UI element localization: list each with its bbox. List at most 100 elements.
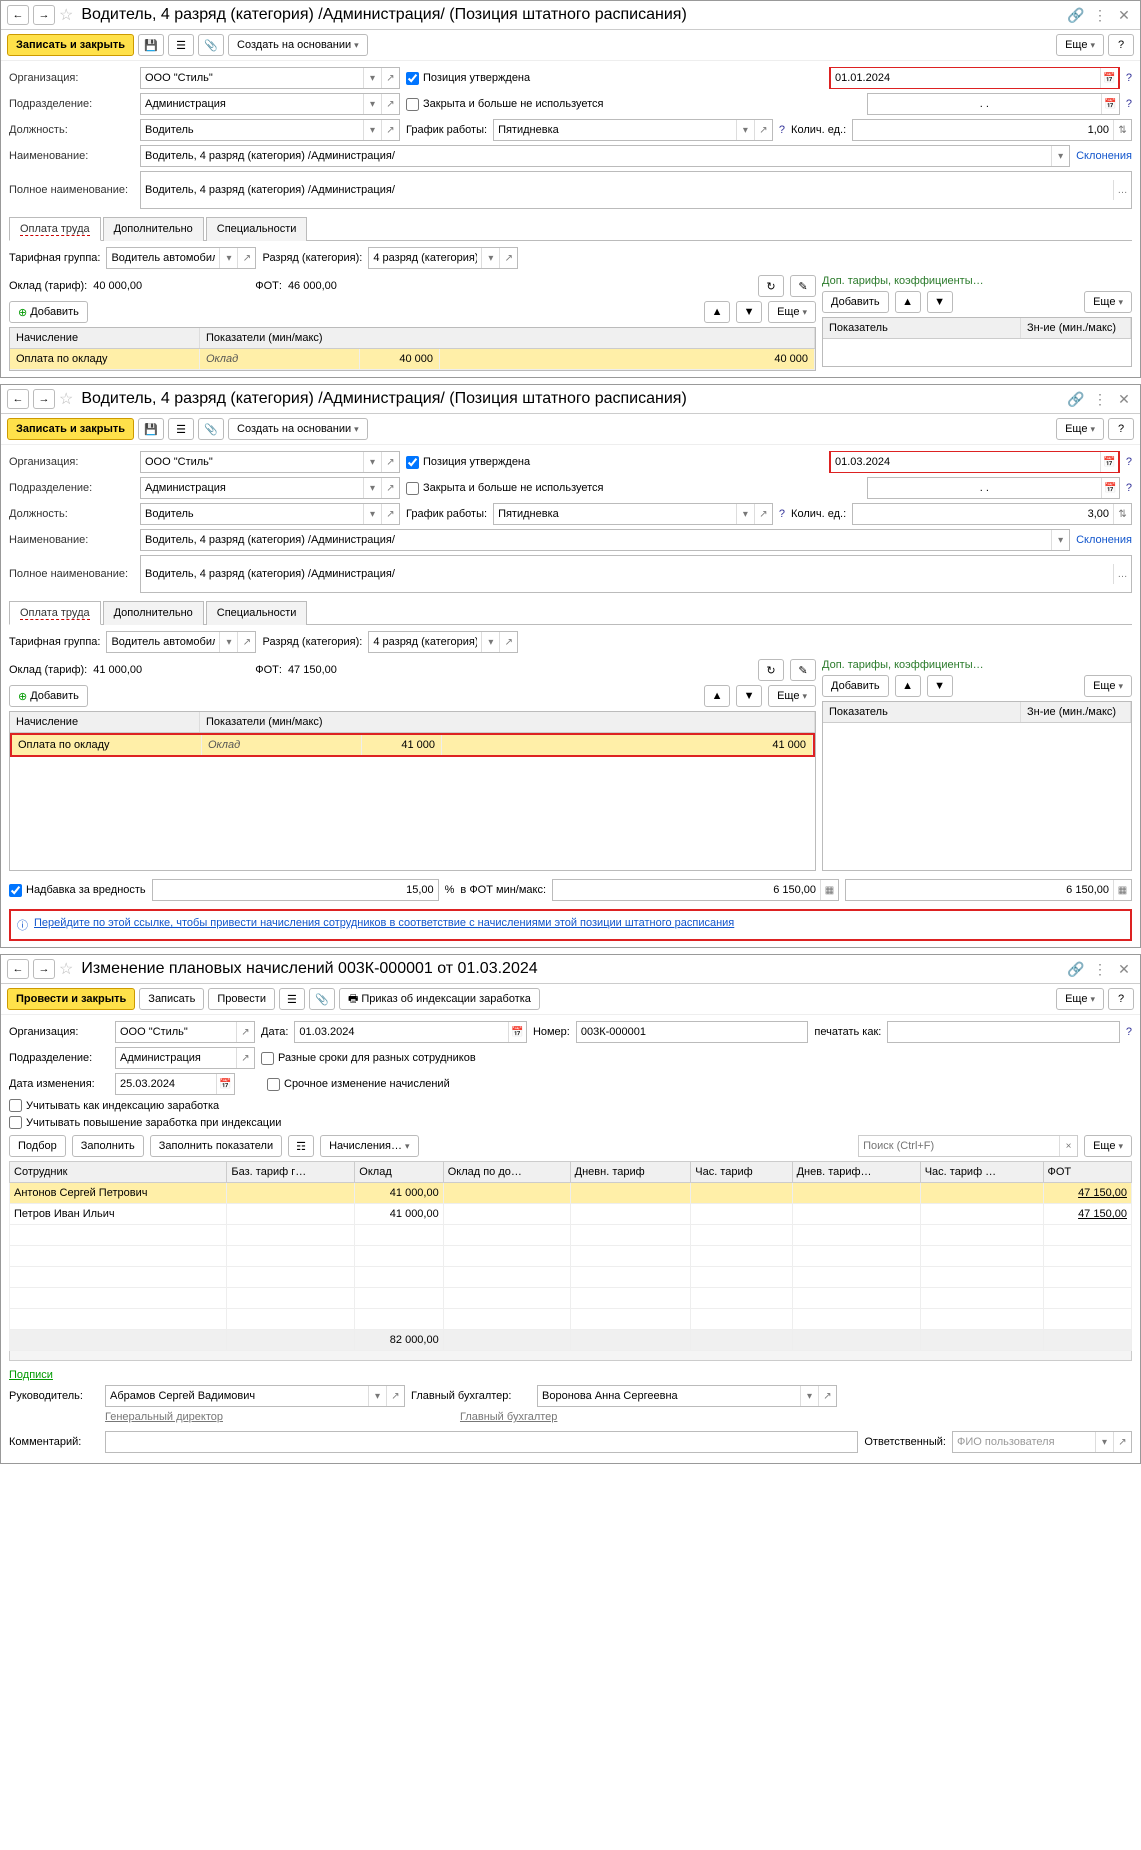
qty-field[interactable]: ⇅ — [852, 119, 1132, 141]
forward-button[interactable]: → — [33, 389, 55, 409]
org-field[interactable]: ↗ — [115, 1021, 255, 1043]
tgroup-field[interactable]: ▾↗ — [106, 631, 256, 653]
harm-pct-field[interactable] — [152, 879, 439, 901]
help-button[interactable]: ? — [1108, 34, 1134, 56]
create-based-button[interactable]: Создать на основании — [228, 34, 368, 56]
calendar-icon[interactable]: 📅 — [1101, 94, 1119, 114]
more-icon[interactable]: ⋮ — [1090, 390, 1110, 408]
manager-pos-link[interactable]: Генеральный директор — [105, 1411, 223, 1423]
urgent-check[interactable]: Срочное изменение начислений — [267, 1078, 450, 1091]
accruals-button[interactable]: Начисления… — [320, 1135, 418, 1157]
add-extra-button[interactable]: Добавить — [822, 291, 889, 313]
open-icon[interactable]: ↗ — [754, 120, 772, 140]
approved-check[interactable]: Позиция утверждена — [406, 456, 530, 469]
calendar-icon[interactable]: 📅 — [1101, 478, 1119, 498]
more-button[interactable]: Еще — [1056, 418, 1104, 440]
dept-field[interactable]: ▾↗ — [140, 93, 400, 115]
col-header[interactable]: ФОТ — [1043, 1162, 1131, 1183]
fill-button[interactable]: Заполнить — [72, 1135, 144, 1157]
more-button[interactable]: Еще — [768, 301, 816, 323]
grid-row[interactable]: Оплата по окладуОклад41 00041 000 — [10, 733, 815, 757]
clear-icon[interactable]: × — [1059, 1136, 1077, 1156]
accrual-grid[interactable]: НачислениеПоказатели (мин/макс) Оплата п… — [9, 327, 816, 371]
help-button[interactable]: ? — [1108, 988, 1134, 1010]
up-button[interactable]: ▲ — [704, 301, 730, 323]
date-field[interactable]: 📅 — [829, 67, 1120, 89]
date-field[interactable]: 📅 — [829, 451, 1120, 473]
name-field[interactable]: ▾ — [140, 529, 1070, 551]
employee-grid[interactable]: СотрудникБаз. тариф г…ОкладОклад по до…Д… — [9, 1161, 1132, 1351]
print-button[interactable]: 🖶 Приказ об индексации заработка — [339, 988, 540, 1010]
accrual-grid[interactable]: НачислениеПоказатели (мин/макс) Оплата п… — [9, 711, 816, 871]
table-button[interactable]: ☶ — [288, 1135, 314, 1157]
save-button[interactable]: Записать — [139, 988, 204, 1010]
more-icon[interactable]: ⋮ — [1090, 6, 1110, 24]
table-row[interactable]: Петров Иван Ильич41 000,0047 150,00 — [10, 1204, 1132, 1225]
dropdown-icon[interactable]: ▾ — [363, 94, 381, 114]
dropdown-icon[interactable]: ▾ — [363, 120, 381, 140]
refresh-button[interactable]: ↻ — [758, 659, 784, 681]
tab-additional[interactable]: Дополнительно — [103, 217, 204, 241]
col-header[interactable]: Баз. тариф г… — [227, 1162, 355, 1183]
rank-field[interactable]: ▾↗ — [368, 247, 518, 269]
back-button[interactable]: ← — [7, 5, 29, 25]
more-button[interactable]: Еще — [1084, 1135, 1132, 1157]
post-button[interactable]: Провести — [208, 988, 275, 1010]
down-button[interactable]: ▼ — [736, 301, 762, 323]
search-field[interactable]: × — [858, 1135, 1078, 1157]
open-icon[interactable]: ↗ — [499, 248, 517, 268]
up-button[interactable]: ▲ — [704, 685, 730, 707]
open-icon[interactable]: ↗ — [381, 68, 399, 88]
back-button[interactable]: ← — [7, 959, 29, 979]
sched-field[interactable]: ▾↗ — [493, 503, 773, 525]
dropdown-icon[interactable]: ▾ — [736, 120, 754, 140]
help-button[interactable]: ? — [1108, 418, 1134, 440]
more-button[interactable]: Еще — [1056, 34, 1104, 56]
attach-button[interactable]: 📎 — [309, 988, 335, 1010]
add-button[interactable]: ⊕ Добавить — [9, 685, 88, 707]
sync-link[interactable]: Перейдите по этой ссылке, чтобы привести… — [34, 917, 734, 929]
tab-additional[interactable]: Дополнительно — [103, 601, 204, 625]
org-field[interactable]: ▾↗ — [140, 67, 400, 89]
accountant-pos-link[interactable]: Главный бухгалтер — [460, 1411, 557, 1423]
favorite-icon[interactable]: ☆ — [59, 389, 73, 409]
col-header[interactable]: Оклад по до… — [443, 1162, 570, 1183]
calendar-icon[interactable]: 📅 — [508, 1022, 526, 1042]
stepper-icon[interactable]: ⇅ — [1113, 120, 1131, 140]
calendar-icon[interactable]: 📅 — [1100, 68, 1118, 88]
col-header[interactable]: Оклад — [355, 1162, 443, 1183]
open-icon[interactable]: ↗ — [381, 120, 399, 140]
tgroup-field[interactable]: ▾↗ — [106, 247, 256, 269]
tab-pay[interactable]: Оплата труда — [9, 601, 101, 625]
accountant-field[interactable]: ▾↗ — [537, 1385, 837, 1407]
link-icon[interactable]: 🔗 — [1066, 390, 1086, 408]
create-based-button[interactable]: Создать на основании — [228, 418, 368, 440]
edit-icon[interactable]: … — [1113, 180, 1131, 200]
open-icon[interactable]: ↗ — [237, 248, 255, 268]
doc-button[interactable]: ☰ — [168, 418, 194, 440]
edit-button[interactable]: ✎ — [790, 275, 816, 297]
doc-num-field[interactable] — [576, 1021, 809, 1043]
dept-field[interactable]: ↗ — [115, 1047, 255, 1069]
diff-dates-check[interactable]: Разные сроки для разных сотрудников — [261, 1052, 476, 1065]
declension-link[interactable]: Склонения — [1076, 534, 1132, 546]
signatures-link[interactable]: Подписи — [9, 1369, 53, 1381]
close-icon[interactable]: ✕ — [1114, 390, 1134, 408]
responsible-field[interactable]: ▾↗ — [952, 1431, 1132, 1453]
sched-field[interactable]: ▾↗ — [493, 119, 773, 141]
save-button[interactable]: 💾 — [138, 418, 164, 440]
open-icon[interactable]: ↗ — [381, 94, 399, 114]
manager-field[interactable]: ▾↗ — [105, 1385, 405, 1407]
favorite-icon[interactable]: ☆ — [59, 959, 73, 979]
dropdown-icon[interactable]: ▾ — [481, 248, 499, 268]
back-button[interactable]: ← — [7, 389, 29, 409]
select-button[interactable]: Подбор — [9, 1135, 66, 1157]
extra-grid[interactable]: ПоказательЗн-ие (мин./макс) — [822, 317, 1132, 367]
refresh-button[interactable]: ↻ — [758, 275, 784, 297]
down-button[interactable]: ▼ — [927, 675, 953, 697]
attach-button[interactable]: 📎 — [198, 418, 224, 440]
forward-button[interactable]: → — [33, 5, 55, 25]
declension-link[interactable]: Склонения — [1076, 150, 1132, 162]
post-close-button[interactable]: Провести и закрыть — [7, 988, 135, 1010]
col-header[interactable]: Час. тариф — [691, 1162, 792, 1183]
